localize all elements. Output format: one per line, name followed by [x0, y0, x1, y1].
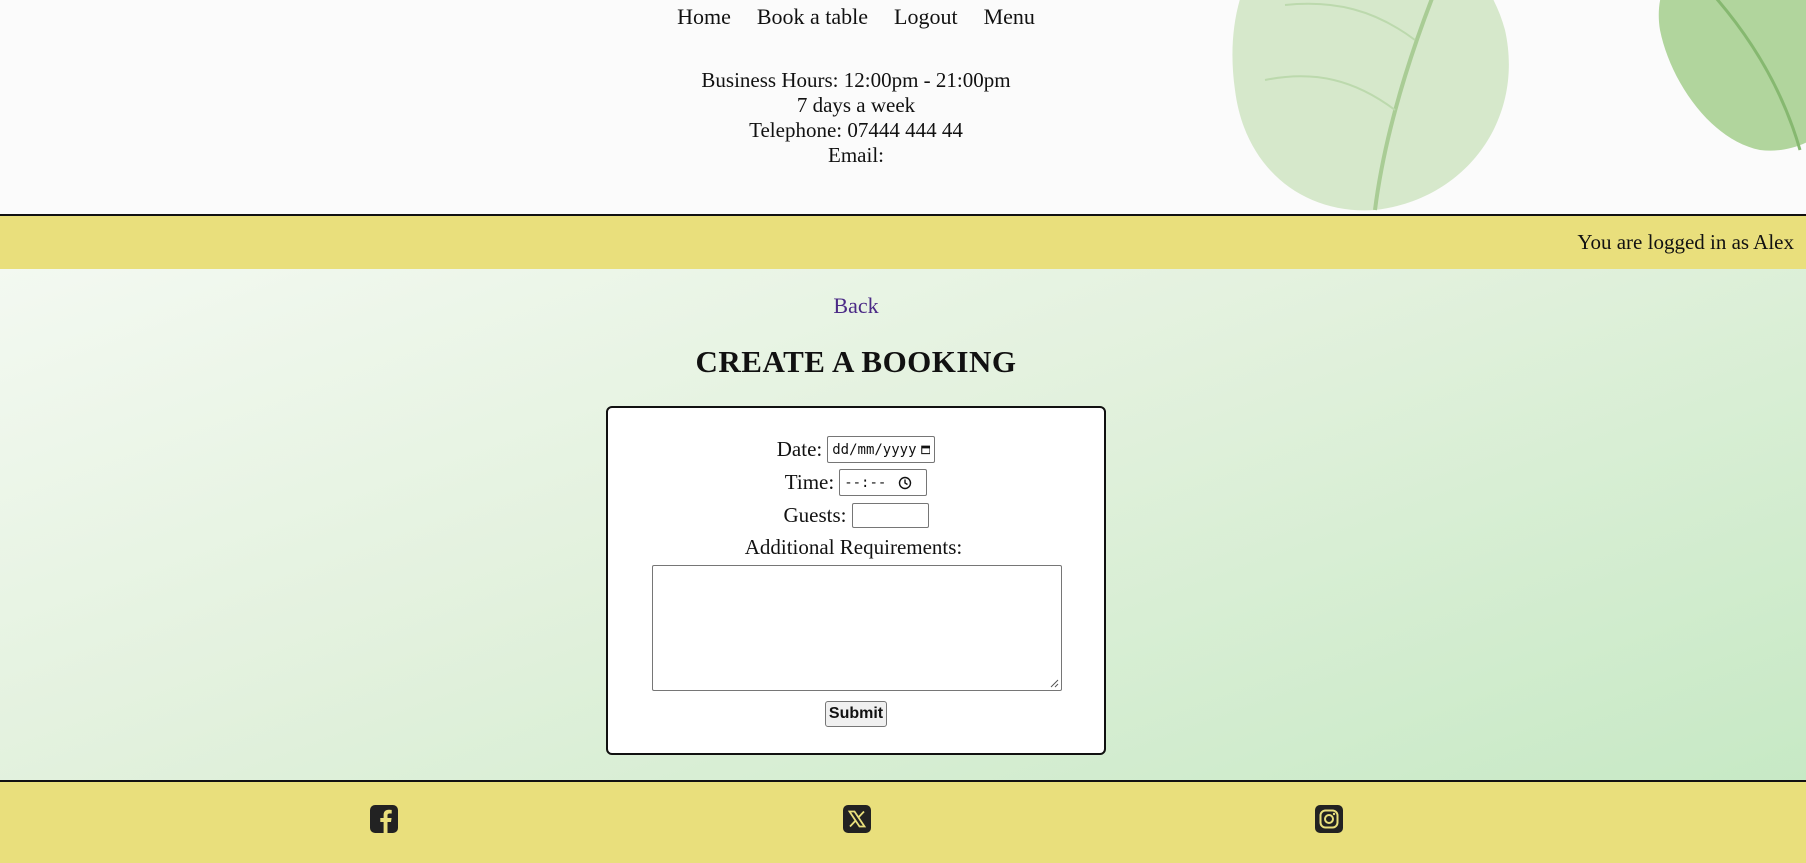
time-input[interactable]: --:--: [839, 469, 928, 496]
time-row: Time: --:--: [608, 469, 1104, 496]
business-info: Business Hours: 12:00pm - 21:00pm 7 days…: [0, 68, 1712, 168]
submit-button[interactable]: Submit: [825, 701, 887, 727]
nav-logout-link[interactable]: Logout: [894, 4, 958, 30]
instagram-icon[interactable]: [1314, 804, 1344, 834]
facebook-icon[interactable]: [369, 804, 399, 834]
date-input-value: dd/mm/yyyy: [832, 441, 917, 458]
guests-input[interactable]: [851, 503, 929, 528]
business-hours: Business Hours: 12:00pm - 21:00pm: [701, 68, 1011, 92]
date-label: Date:: [776, 437, 823, 461]
business-telephone: Telephone: 07444 444 44: [749, 118, 963, 142]
x-icon[interactable]: [842, 804, 872, 834]
date-row: Date: dd/mm/yyyy: [608, 436, 1104, 463]
site-header: Home Book a table Logout Menu Business H…: [0, 0, 1806, 216]
business-email: Email:: [828, 143, 884, 167]
calendar-icon[interactable]: [920, 443, 931, 456]
back-container: Back: [0, 293, 1712, 319]
resize-handle-icon[interactable]: [1049, 678, 1059, 688]
login-status-text: You are logged in as Alex: [1577, 230, 1794, 254]
guests-label: Guests:: [783, 503, 847, 527]
login-status-bar: You are logged in as Alex: [0, 216, 1806, 269]
main-nav: Home Book a table Logout Menu: [0, 4, 1712, 30]
time-label: Time:: [784, 470, 835, 494]
time-input-value: --:--: [844, 474, 887, 491]
nav-home-link[interactable]: Home: [677, 4, 731, 30]
page-title: CREATE A BOOKING: [695, 344, 1017, 379]
date-input[interactable]: dd/mm/yyyy: [827, 436, 936, 463]
site-footer: [0, 780, 1806, 863]
requirements-textarea[interactable]: [652, 565, 1062, 691]
clock-icon[interactable]: [898, 476, 912, 490]
guests-row: Guests:: [608, 503, 1104, 528]
requirements-row: Additional Requirements:: [608, 535, 1104, 560]
business-days: 7 days a week: [796, 93, 916, 117]
booking-form: Date: dd/mm/yyyy Time: --:-- Guests: Add…: [606, 406, 1106, 755]
requirements-label: Additional Requirements:: [744, 535, 963, 559]
nav-menu-link[interactable]: Menu: [984, 4, 1035, 30]
main-content: Back CREATE A BOOKING Date: dd/mm/yyyy T…: [0, 269, 1806, 780]
back-link[interactable]: Back: [833, 293, 878, 318]
nav-book-table-link[interactable]: Book a table: [757, 4, 868, 30]
